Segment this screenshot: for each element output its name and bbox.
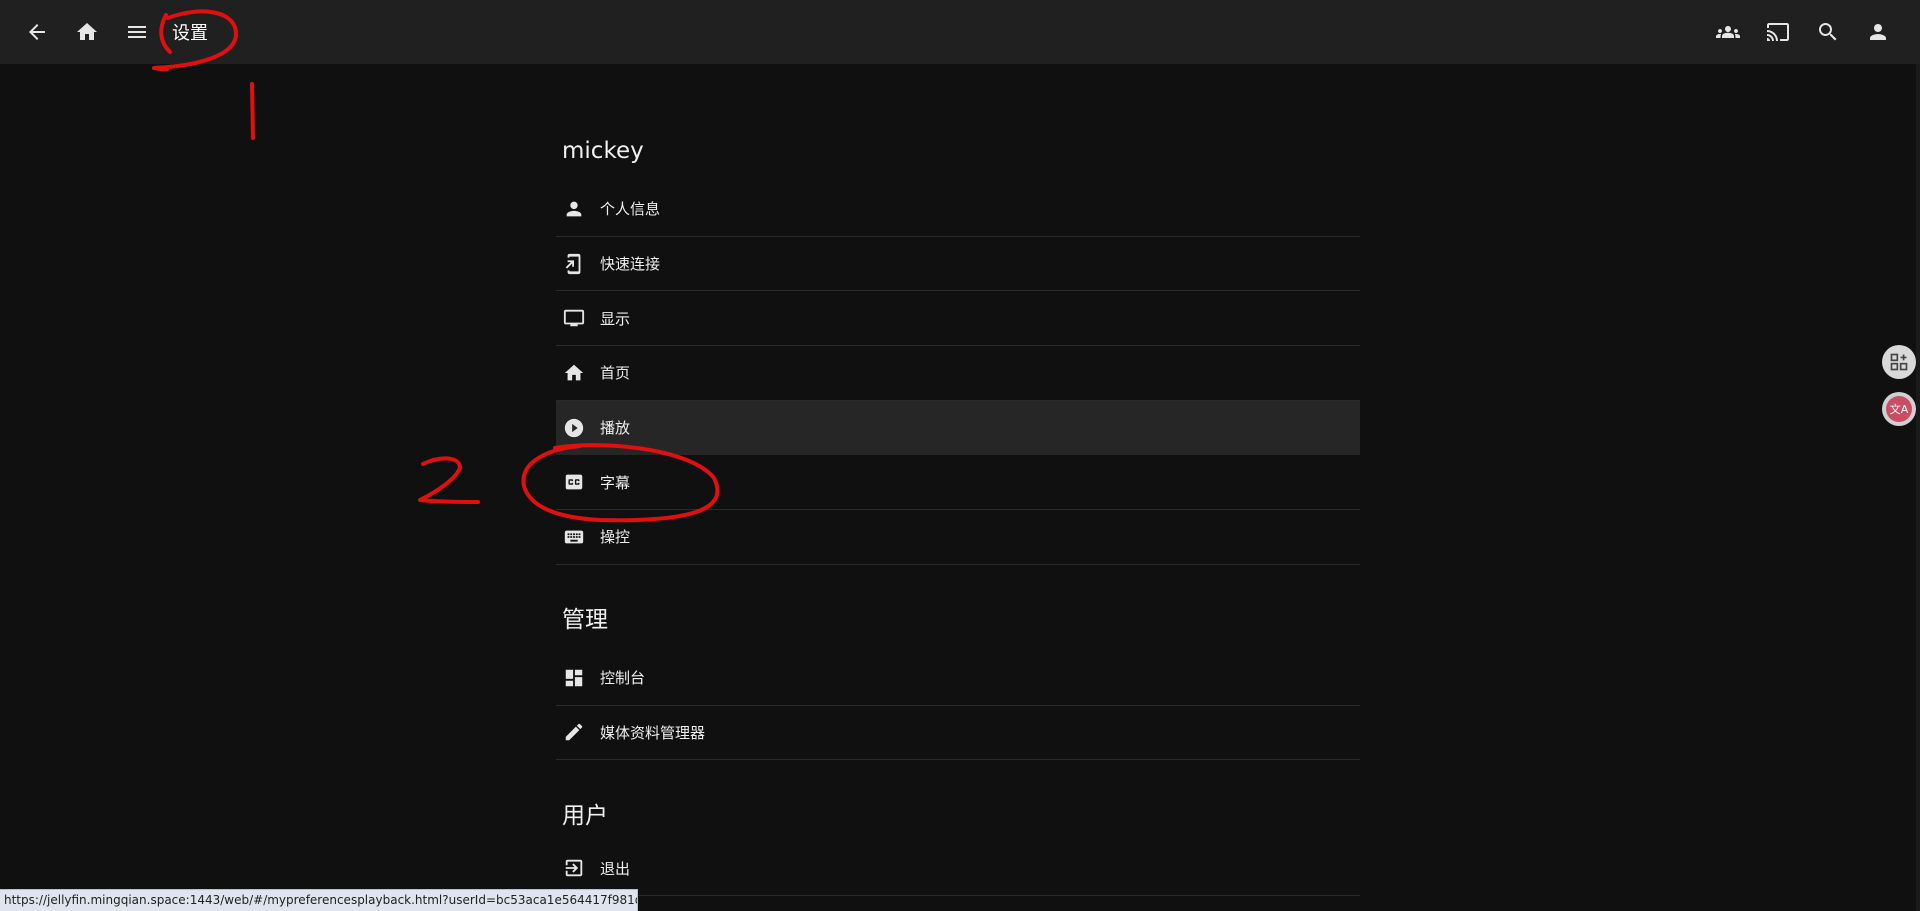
translate-widget-button[interactable]: 文A [1882, 392, 1916, 426]
annotation-number-1 [250, 82, 255, 140]
user-settings-list: 个人信息 快速连接 显示 首页 播放 字幕 操控 [556, 182, 1360, 565]
person-icon [566, 201, 582, 217]
menu-button[interactable] [112, 7, 162, 57]
menu-item-quick-connect[interactable]: 快速连接 [556, 237, 1360, 292]
user-actions-list: 退出 [556, 841, 1360, 896]
apps-add-icon [1890, 353, 1908, 371]
syncplay-button[interactable] [1703, 7, 1753, 57]
app-window: 设置 mickey 个人信息 快速连接 显示 首页 播放 字幕 操控 管理 控制… [0, 0, 1920, 911]
menu-item-dashboard[interactable]: 控制台 [556, 651, 1360, 706]
group-icon [1716, 26, 1740, 38]
menu-item-metadata-manager[interactable]: 媒体资料管理器 [556, 706, 1360, 761]
cast-button[interactable] [1753, 7, 1803, 57]
home-icon [77, 23, 97, 40]
admin-settings-list: 控制台 媒体资料管理器 [556, 651, 1360, 761]
extension-widget-button[interactable] [1882, 345, 1916, 379]
person-icon [1870, 24, 1886, 40]
menu-item-label: 播放 [600, 419, 631, 438]
phone-link-icon [565, 253, 581, 274]
home-button[interactable] [62, 7, 112, 57]
browser-status-url: https://jellyfin.mingqian.space:1443/web… [0, 889, 638, 911]
dashboard-icon [565, 669, 583, 686]
menu-item-label: 首页 [600, 364, 631, 383]
menu-item-subtitles[interactable]: 字幕 [556, 455, 1360, 511]
section-title-users: 用户 [562, 803, 608, 830]
search-icon [1819, 23, 1837, 41]
page-title: 设置 [172, 23, 208, 44]
user-button[interactable] [1853, 7, 1903, 57]
menu-item-label: 快速连接 [600, 255, 661, 274]
closed-caption-icon [565, 474, 583, 490]
section-title-user: mickey [562, 138, 644, 164]
search-button[interactable] [1803, 7, 1853, 57]
menu-item-profile[interactable]: 个人信息 [556, 182, 1360, 237]
translate-icon: 文A [1886, 396, 1912, 422]
menu-item-logout[interactable]: 退出 [556, 841, 1360, 896]
menu-item-label: 操控 [600, 528, 631, 547]
back-button[interactable] [12, 7, 62, 57]
menu-item-playback[interactable]: 播放 [556, 400, 1360, 456]
menu-item-controls[interactable]: 操控 [556, 510, 1360, 565]
arrow-left-icon [29, 24, 45, 40]
hamburger-menu-icon [128, 26, 146, 38]
menu-item-label: 字幕 [600, 473, 631, 492]
monitor-icon [563, 309, 585, 327]
menu-item-label: 控制台 [600, 669, 646, 688]
section-title-admin: 管理 [562, 606, 608, 633]
keyboard-icon [564, 530, 584, 544]
menu-item-display[interactable]: 显示 [556, 291, 1360, 347]
menu-item-label: 显示 [600, 309, 631, 328]
menu-item-home[interactable]: 首页 [556, 346, 1360, 401]
scrollbar-track[interactable] [1916, 64, 1920, 911]
menu-item-label: 退出 [600, 859, 631, 878]
logout-icon [565, 859, 583, 877]
settings-content: mickey 个人信息 快速连接 显示 首页 播放 字幕 操控 管理 控制台 媒… [556, 64, 1360, 896]
play-circle-icon [564, 418, 584, 437]
home-icon [564, 364, 584, 381]
annotation-number-2 [418, 456, 480, 504]
pencil-icon [565, 724, 583, 741]
cast-icon [1767, 23, 1789, 41]
menu-item-label: 媒体资料管理器 [600, 723, 706, 742]
top-bar: 设置 [0, 0, 1920, 64]
menu-item-label: 个人信息 [600, 200, 661, 219]
